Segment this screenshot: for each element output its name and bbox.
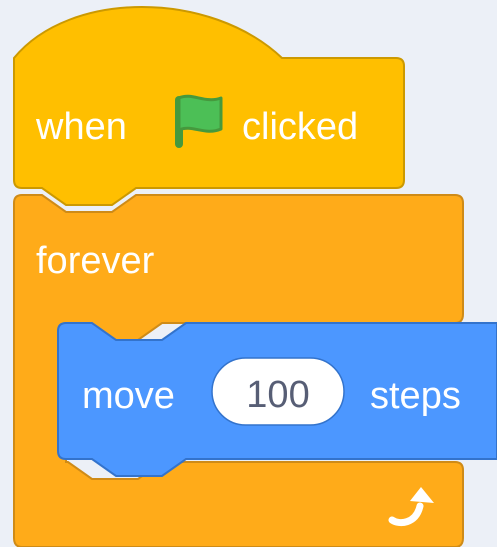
forever-label: forever	[36, 240, 155, 282]
code-canvas: forever when clicked move 100 steps	[0, 0, 497, 547]
when-flag-clicked-block[interactable]: when clicked	[13, 6, 405, 206]
hat-label-clicked: clicked	[242, 106, 358, 148]
hat-label-when: when	[35, 106, 127, 148]
move-label: move	[82, 375, 175, 417]
move-steps-block[interactable]: move 100 steps	[57, 322, 497, 477]
block-stack: forever when clicked move 100 steps	[13, 6, 497, 547]
steps-label: steps	[370, 375, 461, 417]
steps-input-value: 100	[246, 374, 309, 416]
